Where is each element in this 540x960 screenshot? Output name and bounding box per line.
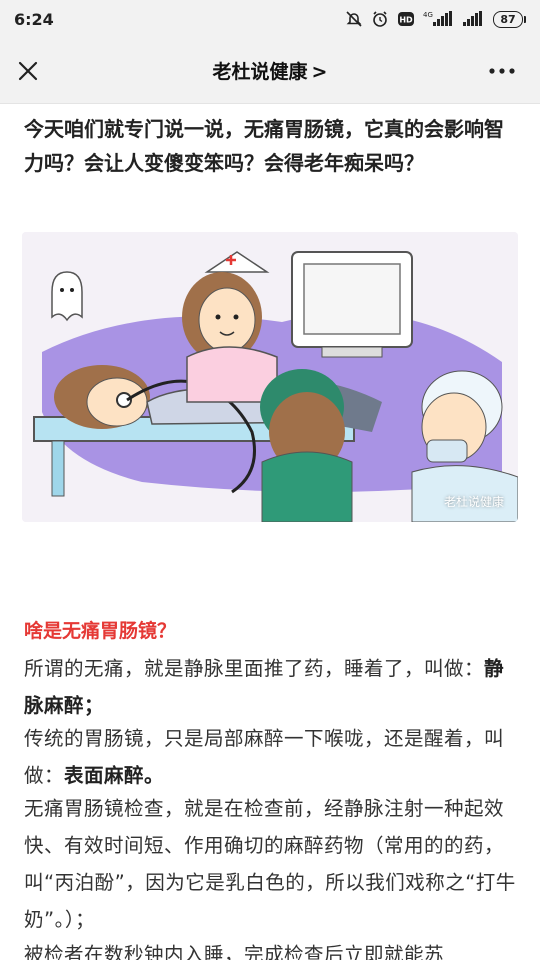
alarm-icon <box>371 10 389 28</box>
section-title: 啥是无痛胃肠镜？ <box>24 620 177 642</box>
nav-bar: 老杜说健康 > <box>0 38 540 104</box>
article-illustration: 老杜说健康 <box>22 232 518 522</box>
paragraph-4: 被检者在数秒钟内入睡，完成检查后立即就能苏 <box>24 943 445 960</box>
signal-4g-icon: 4G <box>423 10 453 28</box>
hd-icon: HD <box>397 10 415 28</box>
status-icons: HD 4G 87 <box>345 10 526 28</box>
paragraph-1: 所谓的无痛，就是静脉里面推了药，睡着了，叫做：静脉麻醉； <box>24 650 520 724</box>
paragraph-2: 传统的胃肠镜，只是局部麻醉一下喉咙，还是醒着，叫做：表面麻醉。 <box>24 720 520 794</box>
mute-icon <box>345 10 363 28</box>
status-time: 6:24 <box>14 9 54 29</box>
more-icon <box>489 68 515 74</box>
battery-icon: 87 <box>493 10 526 28</box>
paragraph-1-text: 所谓的无痛，就是静脉里面推了药，睡着了，叫做： <box>24 657 485 680</box>
battery-level: 87 <box>493 10 523 28</box>
svg-text:HD: HD <box>399 16 413 25</box>
status-bar: 6:24 HD 4G 87 <box>0 0 540 38</box>
illustration-watermark: 老杜说健康 <box>443 495 504 509</box>
account-name: 老杜说健康 <box>212 61 308 83</box>
signal-icon <box>461 10 485 28</box>
chevron-right-icon: > <box>311 61 328 83</box>
svg-text:4G: 4G <box>423 11 433 19</box>
close-icon <box>18 61 38 80</box>
account-name-link[interactable]: 老杜说健康 > <box>213 61 328 83</box>
paragraph-3: 无痛胃肠镜检查，就是在检查前，经静脉注射一种起效快、有效时间短、作用确切的麻醉药… <box>24 797 516 931</box>
close-button[interactable] <box>0 38 56 104</box>
nav-title: 老杜说健康 > <box>0 57 540 84</box>
article-headline: 今天咱们就专门说一说，无痛胃肠镜，它真的会影响智力吗？会让人变傻变笨吗？会得老年… <box>24 117 504 175</box>
endoscopy-illustration <box>22 232 518 522</box>
paragraph-2-bold: 表面麻醉。 <box>64 764 165 787</box>
more-button[interactable] <box>474 38 530 104</box>
